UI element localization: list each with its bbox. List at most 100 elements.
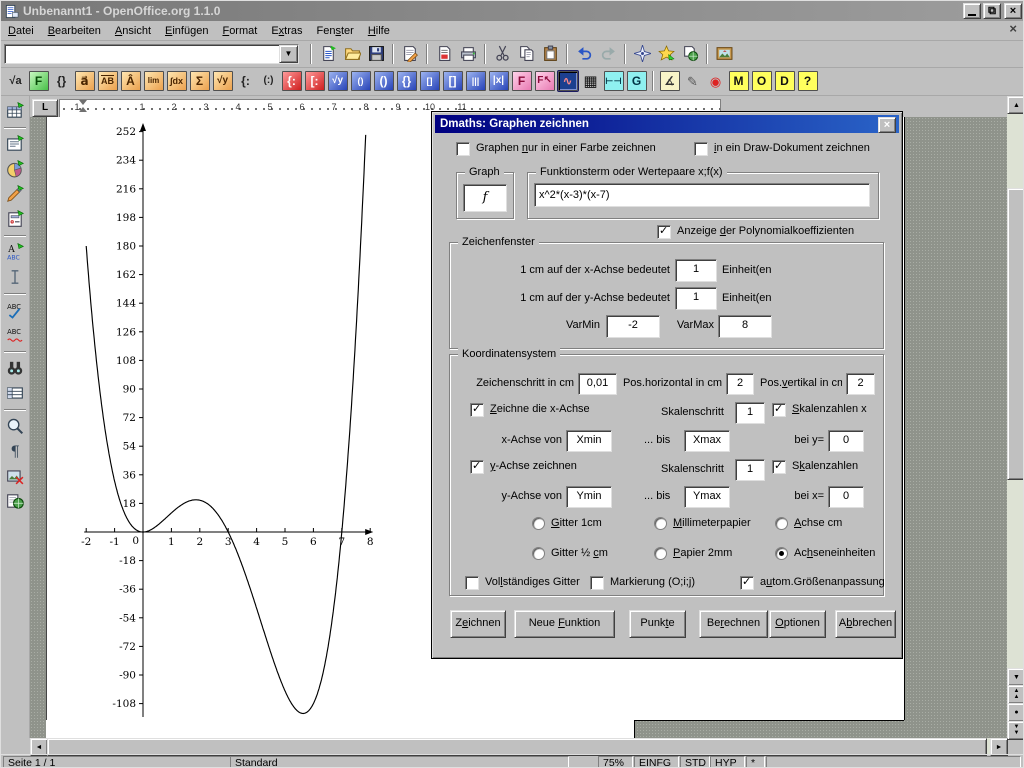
- blue-bracket-small-icon[interactable]: []: [420, 71, 440, 91]
- varmax-field[interactable]: 8: [718, 315, 772, 338]
- blue-abs-icon[interactable]: |x|: [489, 71, 509, 91]
- blue-norm-icon[interactable]: |||: [466, 71, 486, 91]
- y-axis-to-field[interactable]: Ymax: [684, 486, 730, 508]
- blue-paren-icon[interactable]: (): [374, 71, 394, 91]
- navigation-button[interactable]: ●: [1007, 703, 1024, 722]
- images-toggle-icon[interactable]: [3, 464, 27, 488]
- open-icon[interactable]: [341, 43, 363, 65]
- insert-frame-icon[interactable]: [3, 132, 27, 156]
- dialog-titlebar[interactable]: Dmaths: Graphen zeichnen ×: [435, 115, 899, 133]
- spellcheck-icon[interactable]: [3, 298, 27, 322]
- varmin-field[interactable]: -2: [606, 315, 660, 338]
- close-button[interactable]: ×: [1004, 3, 1022, 19]
- vertical-scroll-thumb[interactable]: [1007, 188, 1024, 480]
- menu-format[interactable]: Format: [215, 23, 264, 39]
- pos-vertical-field[interactable]: 2: [846, 373, 875, 395]
- previous-page-button[interactable]: ▲▲: [1007, 685, 1024, 704]
- at-x-field[interactable]: 0: [828, 486, 864, 508]
- new-document-icon[interactable]: [317, 43, 339, 65]
- stylist-icon[interactable]: [655, 43, 677, 65]
- paren-colon-icon[interactable]: (:): [259, 71, 279, 91]
- online-layout-icon[interactable]: [3, 489, 27, 513]
- menu-datei[interactable]: Datei: [1, 23, 41, 39]
- menu-extras[interactable]: Extras: [264, 23, 309, 39]
- limit-icon[interactable]: lim: [144, 71, 164, 91]
- axis-units-radio[interactable]: Achseneinheiten: [775, 547, 875, 560]
- scroll-up-button[interactable]: ▲: [1007, 96, 1024, 114]
- direct-cursor-icon[interactable]: [3, 265, 27, 289]
- dmaths-help-icon[interactable]: ?: [798, 71, 818, 91]
- macro-m-icon[interactable]: M: [729, 71, 749, 91]
- millimeter-paper-radio[interactable]: Millimeterpapier: [654, 517, 751, 530]
- redo-icon[interactable]: [597, 43, 619, 65]
- zeichnen-button[interactable]: Zeichnen: [450, 610, 506, 638]
- gallery-icon[interactable]: [713, 43, 735, 65]
- angle-hat-icon[interactable]: Â: [121, 71, 141, 91]
- navigator-icon[interactable]: [631, 43, 653, 65]
- paper-2mm-radio[interactable]: Papier 2mm: [654, 547, 732, 560]
- x-axis-from-field[interactable]: Xmin: [566, 430, 612, 452]
- url-input[interactable]: [4, 44, 299, 64]
- integral-icon[interactable]: ∫dx: [167, 71, 187, 91]
- draw-y-axis-checkbox[interactable]: y-Achse zeichnen: [470, 460, 577, 474]
- grid-1cm-radio[interactable]: Gitter 1cm: [532, 517, 602, 530]
- y-scale-field[interactable]: 1: [675, 287, 717, 310]
- red-brace-icon[interactable]: {:: [282, 71, 302, 91]
- indent-marker-icon[interactable]: [79, 100, 88, 112]
- draw-functions-icon[interactable]: [3, 182, 27, 206]
- scale-step-x-field[interactable]: 1: [735, 402, 765, 424]
- pink-f-icon[interactable]: F: [512, 71, 532, 91]
- status-selection-mode[interactable]: STD: [680, 756, 710, 768]
- draw-x-axis-checkbox[interactable]: Zeichne die x-Achse: [470, 403, 590, 417]
- status-page-style[interactable]: Standard: [230, 756, 569, 768]
- scroll-down-button[interactable]: ▼: [1007, 668, 1024, 686]
- single-color-checkbox[interactable]: Graphen nur in einer Farbe zeichnen: [456, 142, 656, 156]
- blue-bracket-icon[interactable]: []: [443, 71, 463, 91]
- find-icon[interactable]: [3, 356, 27, 380]
- red-bracket-icon[interactable]: [:: [305, 71, 325, 91]
- formatting-marks-icon[interactable]: [3, 439, 27, 463]
- sum-icon[interactable]: Σ: [190, 71, 210, 91]
- scale-numbers-y-checkbox[interactable]: Skalenzahlen: [772, 460, 858, 474]
- paste-icon[interactable]: [539, 43, 561, 65]
- at-y-field[interactable]: 0: [828, 430, 864, 452]
- punkte-button[interactable]: Punkte: [629, 610, 686, 638]
- nth-root-icon[interactable]: √y: [213, 71, 233, 91]
- cut-icon[interactable]: [491, 43, 513, 65]
- x-scale-field[interactable]: 1: [675, 259, 717, 282]
- data-sources-icon[interactable]: [3, 381, 27, 405]
- status-zoom[interactable]: 75%: [598, 756, 633, 768]
- berechnen-button[interactable]: Berechnen: [699, 610, 768, 638]
- braces-icon[interactable]: {}: [52, 71, 72, 91]
- draw-document-checkbox[interactable]: in ein Draw-Dokument zeichnen: [694, 142, 870, 156]
- menu-hilfe[interactable]: Hilfe: [361, 23, 397, 39]
- status-insert-mode[interactable]: EINFG: [634, 756, 679, 768]
- neue-funktion-button[interactable]: Neue Funktion: [514, 610, 615, 638]
- axis-cm-radio[interactable]: Achse cm: [775, 517, 842, 530]
- zoom-icon[interactable]: [3, 414, 27, 438]
- function-term-field[interactable]: x^2*(x-3)*(x-7): [534, 183, 870, 207]
- minimize-button[interactable]: [963, 3, 981, 19]
- pink-f-cursor-icon[interactable]: F↖: [535, 71, 555, 91]
- print-icon[interactable]: [457, 43, 479, 65]
- y-axis-from-field[interactable]: Ymin: [566, 486, 612, 508]
- x-axis-to-field[interactable]: Xmax: [684, 430, 730, 452]
- vector-arrow-icon[interactable]: a⃗: [75, 71, 95, 91]
- axes-unit-icon[interactable]: ⊢⊣: [604, 71, 624, 91]
- segment-ab-icon[interactable]: AB: [98, 71, 118, 91]
- autotext-icon[interactable]: [3, 240, 27, 264]
- pos-horizontal-field[interactable]: 2: [726, 373, 754, 395]
- menu-bearbeiten[interactable]: Bearbeiten: [41, 23, 108, 39]
- close-document-icon[interactable]: ×: [1009, 21, 1017, 36]
- grid-icon[interactable]: ▦: [581, 71, 601, 91]
- menu-fenster[interactable]: Fenster: [310, 23, 361, 39]
- url-dropdown-button[interactable]: ▼: [279, 45, 298, 63]
- full-grid-checkbox[interactable]: Vollständiges Gitter: [465, 576, 580, 590]
- status-hyperlink-mode[interactable]: HYP: [710, 756, 745, 768]
- graph-name-field[interactable]: f: [463, 184, 507, 212]
- vertical-scrollbar[interactable]: ▲ ▼ ▲▲ ● ▼▼: [1007, 96, 1024, 738]
- next-page-button[interactable]: ▼▼: [1007, 721, 1024, 740]
- insert-object-icon[interactable]: [3, 157, 27, 181]
- restore-button[interactable]: ⧉: [983, 3, 1001, 19]
- draw-graph-icon[interactable]: ∿: [558, 71, 578, 91]
